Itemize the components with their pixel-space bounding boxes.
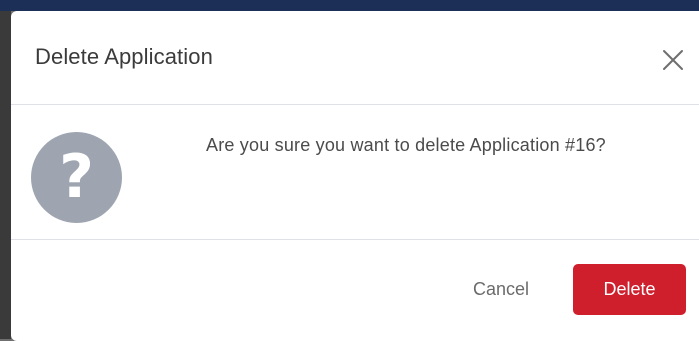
cancel-button[interactable]: Cancel (451, 264, 551, 314)
underlying-page-header (0, 0, 699, 11)
close-icon (663, 50, 683, 70)
question-icon: ? (31, 132, 122, 223)
confirmation-message: Are you sure you want to delete Applicat… (206, 135, 606, 155)
dialog-body: ? Are you sure you want to delete Applic… (11, 105, 699, 240)
dialog-title: Delete Application (35, 44, 213, 69)
dialog-header: Delete Application (11, 11, 699, 105)
underlying-page-edge (0, 11, 11, 339)
dialog-footer: Cancel Delete (11, 240, 699, 340)
delete-application-dialog: Delete Application ? Are you sure you wa… (11, 11, 699, 341)
delete-button[interactable]: Delete (573, 264, 686, 315)
close-button[interactable] (660, 47, 686, 73)
